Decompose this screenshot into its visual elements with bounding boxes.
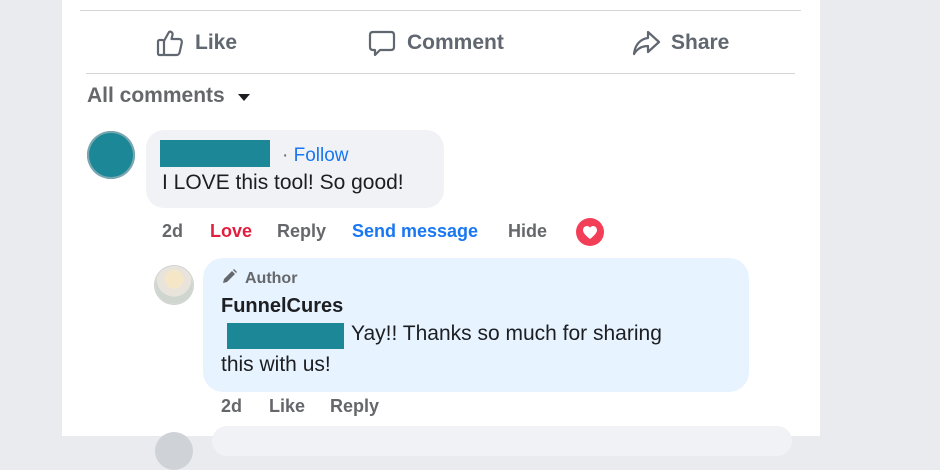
comments-sort-dropdown[interactable]: All comments [87, 84, 251, 108]
send-message-link[interactable]: Send message [352, 221, 478, 242]
follow-label: Follow [293, 145, 349, 166]
separator-dot: · [282, 145, 294, 166]
reply-text-line-2: this with us! [221, 353, 331, 376]
pencil-icon [221, 268, 238, 290]
next-comment-bubble [212, 426, 792, 456]
redacted-commenter-name [160, 140, 270, 167]
love-reaction-icon[interactable] [576, 218, 604, 246]
hide-comment-link[interactable]: Hide [508, 221, 547, 242]
top-divider [80, 10, 801, 11]
comment-reply-link[interactable]: Reply [277, 221, 326, 242]
commenter-avatar[interactable] [87, 131, 135, 179]
author-name[interactable]: FunnelCures [221, 295, 343, 318]
like-label: Like [195, 31, 238, 54]
caret-down-icon [237, 84, 251, 108]
follow-link[interactable]: · Follow [282, 145, 349, 167]
redacted-mention [227, 323, 344, 349]
actions-divider [86, 73, 795, 74]
comment-text: I LOVE this tool! So good! [162, 171, 404, 194]
share-label: Share [671, 31, 730, 54]
comment-label: Comment [407, 31, 504, 54]
share-arrow-icon [631, 28, 661, 58]
comments-sort-label: All comments [87, 84, 225, 107]
author-avatar[interactable] [155, 266, 193, 304]
share-button[interactable]: Share [631, 28, 729, 58]
speech-bubble-icon [367, 28, 397, 58]
comment-reaction-love[interactable]: Love [210, 221, 252, 242]
post-card: Like Comment Share All comments · Follow… [62, 0, 820, 470]
reply-reply-link[interactable]: Reply [330, 396, 379, 417]
thumbs-up-icon [155, 28, 185, 58]
like-button[interactable]: Like [155, 28, 237, 58]
comment-time[interactable]: 2d [162, 221, 183, 242]
author-badge-label: Author [245, 270, 298, 287]
author-badge: Author [221, 268, 297, 290]
reply-like-link[interactable]: Like [269, 396, 305, 417]
next-comment-avatar[interactable] [155, 432, 193, 470]
comment-button[interactable]: Comment [367, 28, 504, 58]
reply-time[interactable]: 2d [221, 396, 242, 417]
reply-text-line-1: Yay!! Thanks so much for sharing [351, 322, 662, 345]
